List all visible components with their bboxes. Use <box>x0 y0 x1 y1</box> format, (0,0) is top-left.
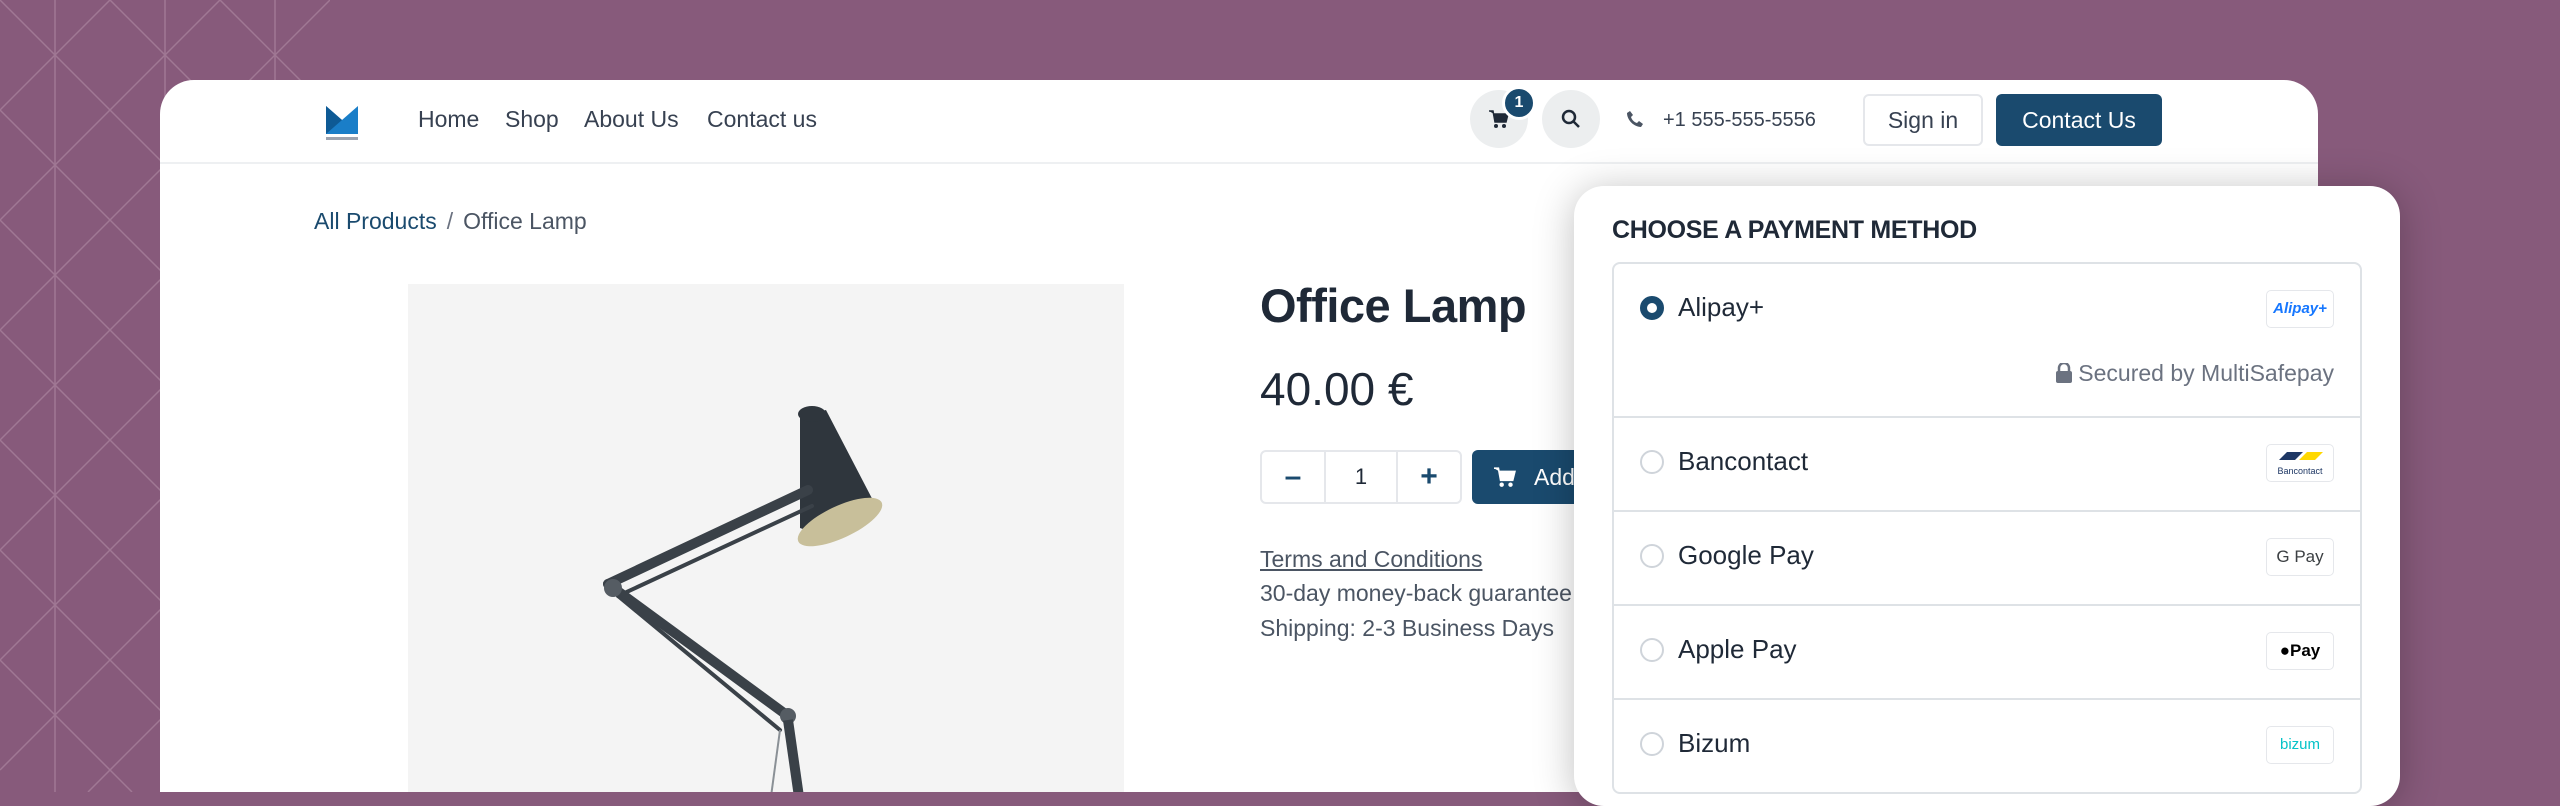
quantity-decrease-button[interactable]: – <box>1262 452 1326 502</box>
payment-option-label: Bizum <box>1678 728 1751 758</box>
quantity-increase-button[interactable]: + <box>1396 452 1460 502</box>
company-logo[interactable] <box>326 102 358 142</box>
quantity-input[interactable]: 1 <box>1326 452 1396 502</box>
secured-notice: Secured by MultiSafepay <box>2056 360 2334 387</box>
payment-option-label: Bancontact <box>1678 446 1809 476</box>
google-pay-logo: G Pay <box>2266 538 2334 576</box>
payment-option-bizum[interactable]: Bizum bizum <box>1614 700 2360 792</box>
payment-title: CHOOSE A PAYMENT METHOD <box>1612 216 1977 244</box>
lock-icon <box>2056 361 2073 383</box>
contact-us-button[interactable]: Contact Us <box>1996 94 2162 146</box>
nav-shop-link[interactable]: Shop <box>505 106 559 133</box>
secured-text: Secured by MultiSafepay <box>2078 360 2334 386</box>
payment-option-alipay[interactable]: Alipay+ Alipay+ Secured by MultiSafepay <box>1614 264 2360 418</box>
phone-icon <box>1627 111 1643 127</box>
nav-contact-link[interactable]: Contact us <box>707 106 817 133</box>
payment-option-label: Apple Pay <box>1678 634 1797 664</box>
alipay-logo: Alipay+ <box>2266 290 2334 328</box>
payment-radio[interactable] <box>1640 732 1664 756</box>
payment-radio[interactable] <box>1640 544 1664 568</box>
phone-number[interactable]: +1 555-555-5556 <box>1663 109 1816 132</box>
bizum-logo: bizum <box>2266 726 2334 764</box>
sign-in-button[interactable]: Sign in <box>1863 94 1983 146</box>
product-price: 40.00 € <box>1260 363 1414 415</box>
cart-icon <box>1494 467 1516 487</box>
quantity-stepper: – 1 + <box>1260 450 1462 504</box>
bancontact-logo-text: Bancontact <box>2277 466 2323 476</box>
product-title: Office Lamp <box>1260 279 1527 332</box>
nav-home-link[interactable]: Home <box>418 106 479 133</box>
bancontact-mark <box>2279 452 2323 460</box>
payment-option-google-pay[interactable]: Google Pay G Pay <box>1614 512 2360 606</box>
payment-radio[interactable] <box>1640 450 1664 474</box>
bancontact-logo: Bancontact <box>2266 444 2334 482</box>
payment-radio[interactable] <box>1640 638 1664 662</box>
apple-icon: ● <box>2279 641 2291 660</box>
payment-radio[interactable] <box>1640 296 1664 320</box>
shipping-text: Shipping: 2-3 Business Days <box>1260 615 1555 641</box>
terms-link[interactable]: Terms and Conditions <box>1260 546 1482 573</box>
payment-method-panel: CHOOSE A PAYMENT METHOD Alipay+ Alipay+ … <box>1574 186 2400 806</box>
breadcrumb: All Products / Office Lamp <box>314 208 587 235</box>
breadcrumb-separator: / <box>446 208 454 234</box>
apple-pay-logo: ●Pay <box>2266 632 2334 670</box>
add-to-cart-label: Add <box>1534 464 1575 490</box>
search-icon <box>1561 109 1580 128</box>
search-button[interactable] <box>1542 90 1600 148</box>
payment-option-apple-pay[interactable]: Apple Pay ●Pay <box>1614 606 2360 700</box>
apple-pay-logo-text: Pay <box>2290 641 2321 660</box>
payment-option-label: Google Pay <box>1678 540 1814 570</box>
payment-option-label: Alipay+ <box>1678 292 1764 322</box>
payment-method-list: Alipay+ Alipay+ Secured by MultiSafepay … <box>1612 262 2362 794</box>
top-navbar: Home Shop About Us Contact us 1 +1 555-5… <box>160 80 2318 164</box>
breadcrumb-all-products-link[interactable]: All Products <box>314 208 437 234</box>
nav-about-link[interactable]: About Us <box>584 106 679 133</box>
guarantee-text: 30-day money-back guarantee <box>1260 580 1572 606</box>
breadcrumb-current: Office Lamp <box>463 208 587 234</box>
payment-option-bancontact[interactable]: Bancontact Bancontact <box>1614 418 2360 512</box>
product-image[interactable] <box>408 284 1124 792</box>
cart-count-badge: 1 <box>1502 86 1536 120</box>
lamp-illustration <box>603 406 883 792</box>
